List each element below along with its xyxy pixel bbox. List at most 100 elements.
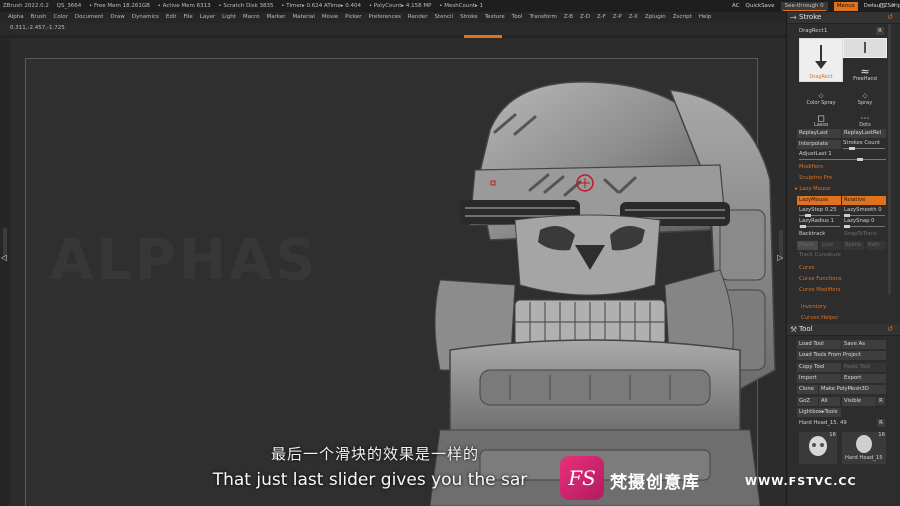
menu-document[interactable]: Document (75, 12, 104, 23)
menu-light[interactable]: Light (222, 12, 236, 23)
left-tray-arrow-icon[interactable]: ◁ (1, 253, 7, 262)
menu-picker[interactable]: Picker (345, 12, 361, 23)
menu-marker[interactable]: Marker (267, 12, 286, 23)
menu-dynamics[interactable]: Dynamics (132, 12, 159, 23)
backtrack-toggle[interactable]: Backtrack (799, 231, 825, 237)
menus-button[interactable]: Menus (833, 2, 858, 11)
menu-render[interactable]: Render (408, 12, 428, 23)
menu-z-x[interactable]: Z-X (629, 12, 638, 23)
stroke-dragrect-button[interactable]: DragRect (799, 38, 843, 82)
lazy-radius-knob[interactable] (800, 225, 806, 228)
see-through-slider[interactable]: See-through 0 (780, 2, 828, 11)
track-curvature-slider[interactable]: Track Curvature (799, 252, 841, 258)
lazy-snap-knob[interactable] (844, 225, 850, 228)
lazy-snap-slider[interactable] (844, 226, 885, 227)
interpolate-toggle[interactable]: Interpolate (797, 140, 841, 149)
menu-transform[interactable]: Transform (529, 12, 556, 23)
tool-panel-header[interactable]: ⚒ Tool ↺ (787, 324, 900, 336)
stroke-type-label: DragRect (809, 74, 833, 80)
stroke-spray-button[interactable]: ⁘ Spray (843, 84, 887, 106)
replay-last-rel-button[interactable]: ReplayLastRel (842, 129, 886, 138)
load-tools-from-project-button[interactable]: Load Tools From Project (797, 351, 886, 360)
make-polymesh-button[interactable]: Make PolyMesh3D (819, 385, 886, 394)
plane-mode-button[interactable]: Plane (797, 241, 818, 250)
tool-reset-icon[interactable]: ↺ (887, 325, 893, 333)
curve-section[interactable]: Curve (799, 265, 815, 271)
spline-mode-button[interactable]: Spline (843, 241, 864, 250)
menu-z-b[interactable]: Z-B (564, 12, 573, 23)
maximize-icon[interactable]: □ (879, 0, 885, 12)
menu-texture[interactable]: Texture (485, 12, 505, 23)
path-mode-button[interactable]: Path (866, 241, 886, 250)
paste-tool-button[interactable]: Paste Tool (842, 363, 886, 372)
minimize-icon[interactable]: – (870, 0, 873, 12)
stroke-dragdot-button[interactable] (843, 38, 887, 58)
menu-movie[interactable]: Movie (322, 12, 338, 23)
lazy-step-knob[interactable] (805, 214, 811, 217)
menu-z-p[interactable]: Z-P (613, 12, 622, 23)
sculpt-model[interactable] (420, 70, 780, 506)
right-tray-arrow-icon[interactable]: ▷ (777, 253, 783, 262)
save-as-button[interactable]: Save As (842, 340, 886, 349)
menu-color[interactable]: Color (54, 12, 68, 23)
adjust-last-knob[interactable] (857, 158, 863, 161)
goz-r-button[interactable]: R (877, 397, 885, 405)
stroke-reset-icon[interactable]: ↺ (887, 13, 893, 21)
menu-macro[interactable]: Macro (243, 12, 260, 23)
goz-visible-button[interactable]: Visible (842, 397, 876, 406)
menu-brush[interactable]: Brush (31, 12, 47, 23)
stroke-colorspray-button[interactable]: ⁘ Color Spray (799, 84, 843, 106)
stroke-lasso-button[interactable]: ◻ Lasso (799, 106, 843, 128)
relative-toggle[interactable]: Relative (842, 196, 886, 205)
curves-helper-section[interactable]: Curves Helper (801, 315, 839, 321)
menu-zplugin[interactable]: Zplugin (645, 12, 666, 23)
menu-preferences[interactable]: Preferences (369, 12, 401, 23)
menu-zscript[interactable]: Zscript (673, 12, 692, 23)
sculptris-pro-section[interactable]: Sculptris Pro (799, 175, 832, 181)
menu-z-f[interactable]: Z-F (597, 12, 606, 23)
menu-z-d[interactable]: Z-D (580, 12, 590, 23)
snap-to-track-toggle[interactable]: SnapToTrack (844, 231, 877, 237)
menu-stroke[interactable]: Stroke (460, 12, 478, 23)
modifiers-section[interactable]: Modifiers (799, 164, 823, 170)
menu-material[interactable]: Material (293, 12, 315, 23)
lazy-mouse-section[interactable]: ▸ Lazy Mouse (795, 186, 830, 192)
menu-tool[interactable]: Tool (512, 12, 523, 23)
stroke-panel-header[interactable]: → Stroke ↺ (787, 12, 900, 24)
menu-stencil[interactable]: Stencil (434, 12, 453, 23)
palette-scrollbar[interactable] (888, 24, 891, 294)
stroke-dots-button[interactable]: ⋯ Dots (843, 106, 887, 128)
menu-alpha[interactable]: Alpha (8, 12, 24, 23)
menu-draw[interactable]: Draw (110, 12, 124, 23)
adjust-last-slider[interactable] (799, 159, 886, 160)
quicksave-button[interactable]: QuickSave (746, 0, 775, 12)
curve-modifiers-section[interactable]: Curve Modifiers (799, 287, 841, 293)
replay-last-button[interactable]: ReplayLast (797, 129, 841, 138)
lazy-smooth-slider[interactable] (844, 215, 885, 216)
menu-help[interactable]: Help (699, 12, 712, 23)
menu-edit[interactable]: Edit (166, 12, 177, 23)
ac-button[interactable]: AC (732, 0, 740, 12)
current-tool-r-button[interactable]: R (877, 419, 885, 427)
menu-file[interactable]: File (184, 12, 193, 23)
watermark-brand: 梵摄创意库 (610, 473, 700, 493)
stroke-freehand-button[interactable]: ≈ FreeHand (843, 60, 887, 82)
goz-button[interactable]: GoZ (797, 397, 818, 406)
curve-functions-section[interactable]: Curve Functions (799, 276, 842, 282)
strokes-count-knob[interactable] (849, 147, 855, 150)
tool-thumb-2[interactable]: 16 Hard Head_15 (842, 432, 886, 464)
inventory-section[interactable]: Inventory (801, 304, 826, 310)
copy-tool-button[interactable]: Copy Tool (797, 363, 841, 372)
clone-button[interactable]: Clone (797, 385, 818, 394)
lightbox-tools-button[interactable]: Lightbox▸Tools (797, 408, 841, 417)
menu-layer[interactable]: Layer (200, 12, 215, 23)
lazy-smooth-knob[interactable] (844, 214, 850, 217)
import-button[interactable]: Import (797, 374, 841, 383)
goz-all-button[interactable]: All (819, 397, 840, 406)
export-button[interactable]: Export (842, 374, 886, 383)
dragrect-r-button[interactable]: R (876, 27, 884, 35)
line-mode-button[interactable]: Line (820, 241, 841, 250)
lazy-mouse-toggle[interactable]: LazyMouse (797, 196, 841, 205)
close-icon[interactable]: ✕ (891, 0, 896, 12)
load-tool-button[interactable]: Load Tool (797, 340, 841, 349)
